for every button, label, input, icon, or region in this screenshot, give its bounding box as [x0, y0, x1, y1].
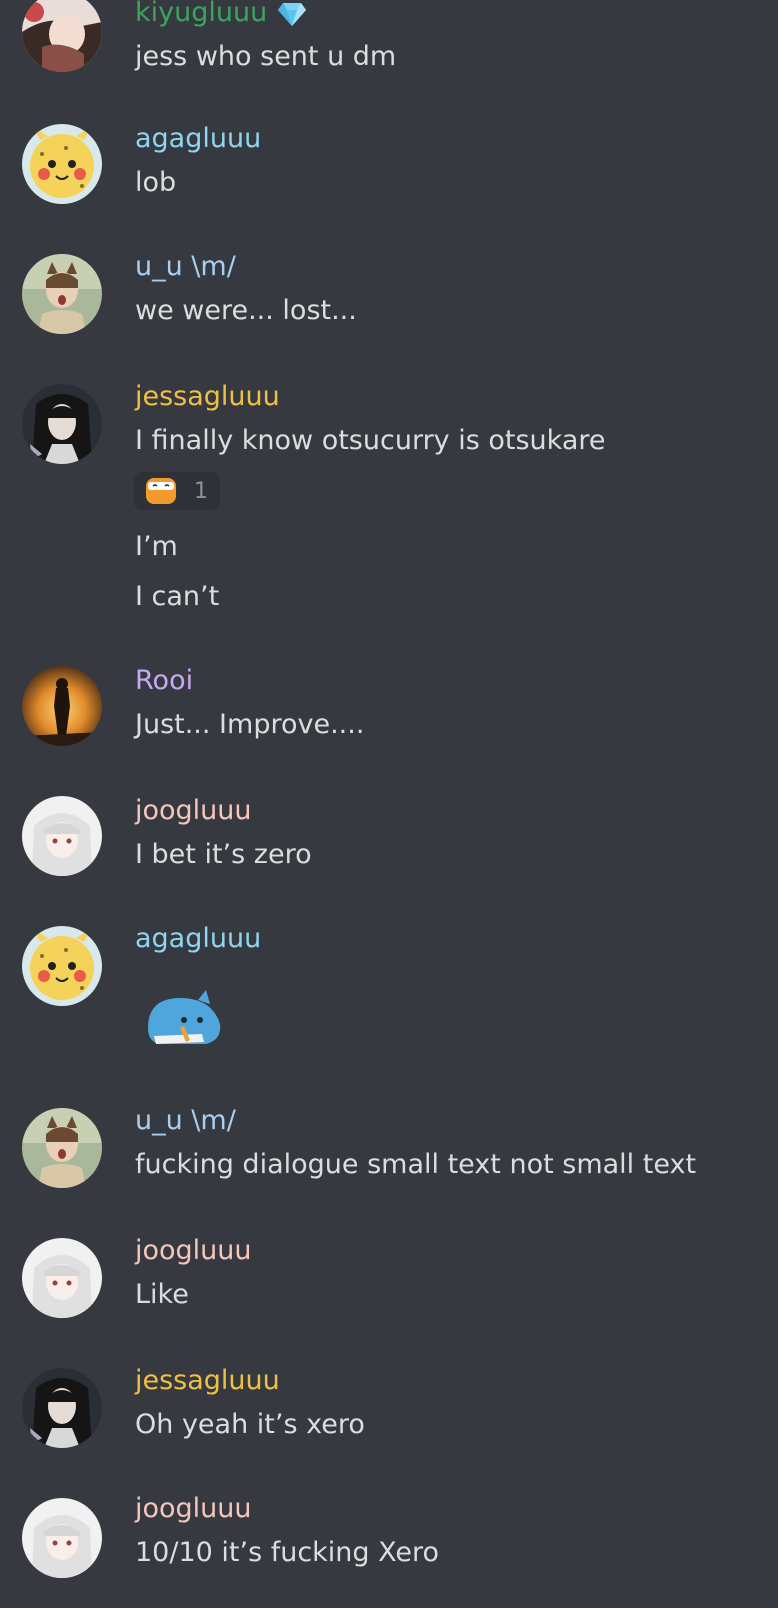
username-text: kiyugluuu: [135, 0, 268, 28]
reaction-count: 1: [194, 478, 208, 504]
username[interactable]: agagluuu: [135, 122, 261, 156]
username[interactable]: kiyugluuu: [135, 0, 307, 30]
message-text: we were... lost...: [135, 295, 357, 326]
message-text: Just... Improve....: [135, 709, 365, 740]
message-text: I finally know otsucurry is otsukare: [135, 425, 606, 456]
avatar[interactable]: [22, 384, 102, 464]
message-list: kiyugluuu jess who sent u dm agagluuu lo…: [0, 0, 778, 1608]
username[interactable]: joogluuu: [135, 1492, 252, 1526]
username[interactable]: agagluuu: [135, 922, 261, 956]
message-text: I’m: [135, 531, 178, 562]
cat-face-emoji: [146, 478, 176, 504]
avatar[interactable]: [22, 1368, 102, 1448]
username[interactable]: joogluuu: [135, 1234, 252, 1268]
avatar[interactable]: [22, 666, 102, 746]
avatar[interactable]: [22, 926, 102, 1006]
message-text: I bet it’s zero: [135, 839, 312, 870]
username[interactable]: u_u \m/: [135, 1104, 236, 1138]
message-text: Oh yeah it’s xero: [135, 1409, 365, 1440]
message-text: I can’t: [135, 581, 220, 612]
avatar[interactable]: [22, 1498, 102, 1578]
avatar[interactable]: [22, 0, 102, 72]
username[interactable]: Rooi: [135, 664, 193, 698]
avatar[interactable]: [22, 124, 102, 204]
avatar[interactable]: [22, 796, 102, 876]
message-text: Like: [135, 1279, 189, 1310]
username[interactable]: jessagluuu: [135, 1364, 280, 1398]
reaction-button[interactable]: 1: [134, 472, 220, 510]
blue-cat-sticker: [148, 990, 221, 1044]
username[interactable]: jessagluuu: [135, 380, 280, 414]
gem-icon: [277, 1, 307, 27]
avatar[interactable]: [22, 1238, 102, 1318]
message-text: 10/10 it’s fucking Xero: [135, 1537, 440, 1568]
message-text: fucking dialogue small text not small te…: [135, 1149, 697, 1180]
username[interactable]: u_u \m/: [135, 250, 236, 284]
message-text: jess who sent u dm: [135, 41, 397, 72]
avatar[interactable]: [22, 254, 102, 334]
username[interactable]: joogluuu: [135, 794, 252, 828]
message-text: lob: [135, 167, 177, 198]
avatar[interactable]: [22, 1108, 102, 1188]
